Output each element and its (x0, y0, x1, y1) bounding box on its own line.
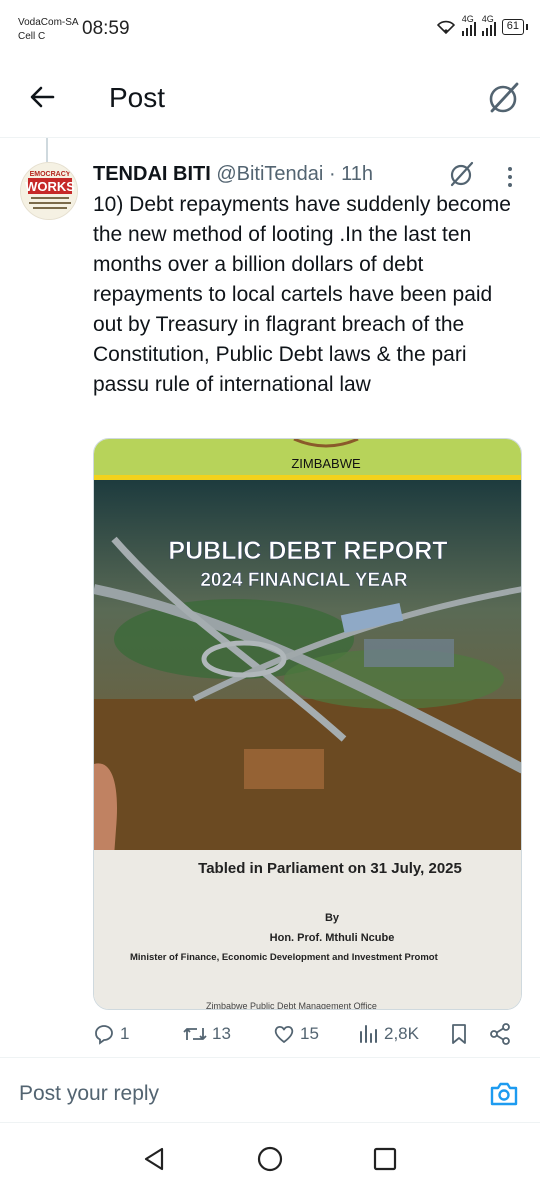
carrier-info: VodaCom-SA Cell C (18, 16, 79, 44)
grok-icon[interactable] (486, 80, 522, 116)
post-image[interactable]: ZIMBABWE PUBLIC DEBT REPORT 2024 FINANCI… (93, 438, 522, 1010)
image-title: PUBLIC DEBT REPORT (168, 537, 447, 565)
page-title: Post (109, 82, 166, 113)
image-subtitle: 2024 FINANCIAL YEAR (200, 570, 408, 591)
post-header: TENDAI BITI @BitiTendai · 11h (93, 160, 373, 188)
repost-icon (183, 1028, 207, 1040)
signal-icon-2: 4G (481, 14, 496, 36)
reply-icon (95, 1025, 113, 1045)
avatar[interactable]: EMOCRACY WORKS (20, 162, 78, 220)
system-icons: 4G 4G 61 (436, 14, 529, 36)
bookmark-icon (452, 1024, 466, 1044)
signal-icon-1: 4G (461, 14, 476, 36)
nav-back-icon[interactable] (140, 1144, 170, 1174)
views-icon (360, 1025, 377, 1043)
camera-icon[interactable] (488, 1078, 520, 1110)
system-navigation-bar (0, 1130, 540, 1188)
image-tabled-text: Tabled in Parliament on 31 July, 2025 (198, 860, 462, 877)
image-office-text: Zimbabwe Public Debt Management Office (206, 1001, 377, 1010)
status-time: 08:59 (82, 18, 130, 39)
divider (0, 1122, 540, 1123)
views-button[interactable]: 2,8K (358, 1022, 419, 1046)
carrier-primary: VodaCom-SA (18, 17, 79, 28)
svg-text:WORKS: WORKS (25, 179, 75, 194)
thread-connector-line (46, 138, 48, 162)
post-text: 10) Debt repayments have suddenly become… (93, 193, 511, 396)
more-options-icon[interactable] (500, 164, 520, 190)
image-by-text: By (325, 912, 340, 924)
image-minister-name: Hon. Prof. Mthuli Ncube (270, 932, 395, 944)
post-time: 11h (341, 163, 374, 185)
network-type-2: 4G (481, 14, 494, 24)
separator-dot: · (328, 163, 336, 185)
share-icon (490, 1023, 510, 1045)
svg-text:EMOCRACY: EMOCRACY (30, 171, 71, 178)
back-arrow-icon[interactable] (26, 80, 60, 114)
heart-icon (274, 1025, 294, 1043)
nav-home-icon[interactable] (255, 1144, 285, 1174)
user-handle[interactable]: @BitiTendai (216, 163, 323, 185)
wifi-icon (436, 20, 455, 35)
reply-button[interactable]: 1 (92, 1022, 129, 1046)
divider (0, 1057, 540, 1058)
carrier-secondary: Cell C (18, 31, 46, 42)
bookmark-button[interactable] (448, 1022, 470, 1046)
repost-count: 13 (212, 1024, 231, 1043)
top-app-bar: Post (0, 60, 540, 138)
network-type-1: 4G (461, 14, 474, 24)
display-name[interactable]: TENDAI BITI (93, 163, 211, 185)
post-actions: 1 13 15 2,8K (92, 1022, 522, 1054)
nav-recents-icon[interactable] (370, 1144, 400, 1174)
image-country: ZIMBABWE (291, 456, 361, 471)
grok-icon[interactable] (448, 160, 476, 188)
reply-count: 1 (120, 1024, 130, 1043)
reply-input[interactable]: Post your reply (19, 1082, 159, 1106)
image-minister-title: Minister of Finance, Economic Developmen… (130, 952, 439, 963)
battery-icon: 61 (501, 19, 529, 35)
share-button[interactable] (488, 1022, 512, 1046)
like-count: 15 (300, 1024, 319, 1043)
repost-button[interactable]: 13 (182, 1022, 231, 1046)
like-button[interactable]: 15 (272, 1022, 319, 1046)
status-bar: VodaCom-SA Cell C 08:59 4G 4G 61 (0, 0, 540, 60)
views-count: 2,8K (384, 1024, 419, 1043)
